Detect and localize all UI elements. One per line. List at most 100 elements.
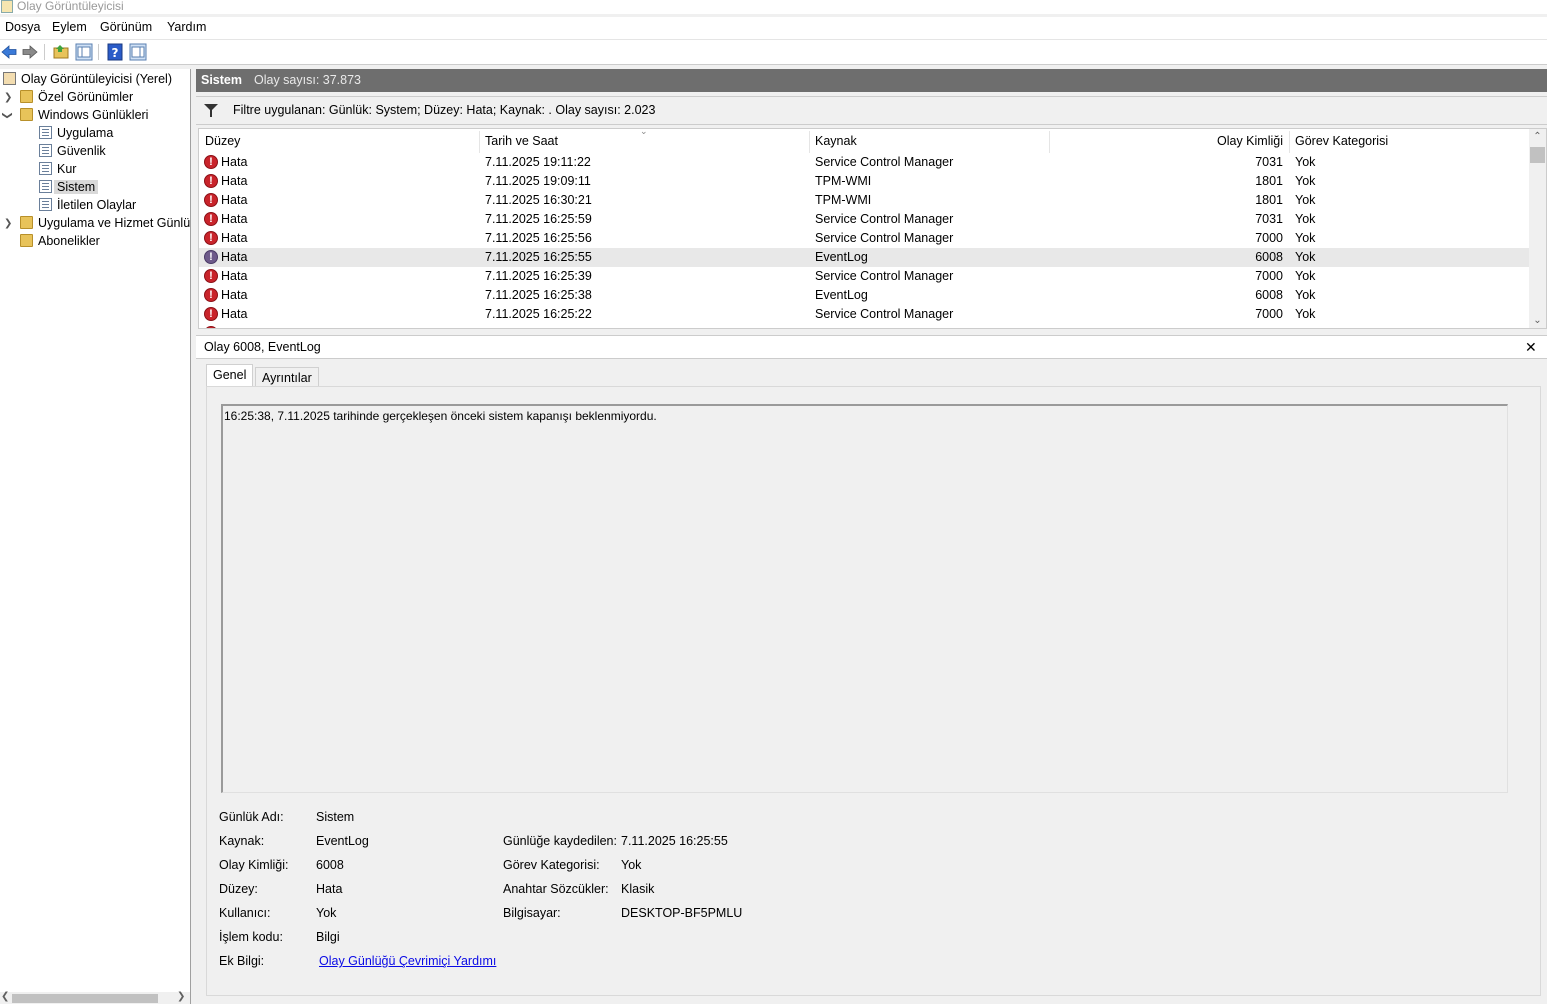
column-header-gorev-kategorisi[interactable]: Görev Kategorisi — [1295, 134, 1388, 148]
log-icon — [39, 126, 52, 139]
column-header-duzey[interactable]: Düzey — [205, 134, 240, 148]
table-row[interactable]: ! Hata 7.11.2025 16:30:21 TPM-WMI 1801 Yok — [199, 191, 1530, 210]
scroll-down-icon[interactable]: ⌄ — [1529, 313, 1546, 328]
event-count: Olay sayısı: 37.873 — [254, 73, 362, 87]
cell-level: Hata — [221, 231, 248, 245]
window-title: Olay Görüntüleyicisi — [17, 0, 124, 13]
field-label: Görev Kategorisi: — [503, 858, 600, 872]
table-row[interactable]: ! Hata 7.11.2025 16:25:22 Service Control M… — [199, 305, 1530, 324]
cell-event-id: 7031 — [1255, 155, 1283, 169]
tree-custom-views[interactable]: Özel Görünümler — [20, 89, 133, 106]
error-icon — [204, 326, 218, 328]
close-icon[interactable]: ✕ — [1525, 336, 1537, 358]
cell-date: 7.11.2025 19:11:22 — [485, 155, 591, 169]
cell-event-id: 7000 — [1255, 307, 1283, 321]
cell-date: 7.11.2025 16:25:59 — [485, 212, 592, 226]
tree-subscriptions[interactable]: Abonelikler — [20, 233, 100, 250]
show-hide-console-tree-icon[interactable] — [75, 43, 93, 61]
tree-log-iletilen-olaylar[interactable]: İletilen Olaylar — [39, 197, 136, 214]
field-label: Günlüğe kaydedilen: — [503, 834, 617, 848]
event-description: 16:25:38, 7.11.2025 tarihinde gerçekleşe… — [224, 409, 657, 423]
cell-category: Yok — [1295, 288, 1316, 302]
funnel-icon — [204, 104, 218, 117]
table-row[interactable]: ! Hata 7.11.2025 16:25:55 EventLog 6008 Yok — [199, 248, 1530, 267]
tab-ayrintilar[interactable]: Ayrıntılar — [255, 367, 319, 388]
open-folder-icon[interactable] — [52, 43, 70, 61]
menu-dosya[interactable]: Dosya — [5, 20, 40, 34]
tab-genel[interactable]: Genel — [206, 364, 254, 388]
column-header-olay-kimligi[interactable]: Olay Kimliği — [1159, 134, 1283, 148]
online-help-link[interactable]: Olay Günlüğü Çevrimiçi Yardımı — [319, 954, 496, 968]
tree-windows-logs[interactable]: Windows Günlükleri — [20, 107, 148, 124]
column-separator[interactable] — [1289, 131, 1290, 153]
back-arrow-icon[interactable] — [0, 43, 18, 61]
field-value: Bilgi — [316, 930, 340, 944]
tree-root[interactable]: Olay Görüntüleyicisi (Yerel) — [3, 71, 172, 88]
event-detail-header: Olay 6008, EventLog ✕ — [196, 335, 1547, 359]
cell-level: Hata — [221, 269, 248, 283]
column-separator[interactable] — [809, 131, 810, 153]
help-icon[interactable]: ? — [106, 43, 124, 61]
tree-log-sistem[interactable]: Sistem — [39, 179, 99, 196]
tree-horizontal-scrollbar[interactable]: ❮ ❯ — [0, 991, 191, 1004]
cell-category: Yok — [1295, 231, 1316, 245]
table-row[interactable]: ! Hata 7.11.2025 16:25:39 Service Control M… — [199, 267, 1530, 286]
event-viewer-app-icon — [1, 0, 13, 13]
table-row[interactable]: ! Hata 7.11.2025 19:11:22 Service Control M… — [199, 153, 1530, 172]
column-separator[interactable] — [479, 131, 480, 153]
tree-log-kur[interactable]: Kur — [39, 161, 76, 178]
error-icon: ! — [204, 307, 218, 321]
log-icon — [39, 162, 52, 175]
chevron-down-icon[interactable]: ❯ — [2, 111, 13, 119]
cell-level: Hata — [221, 155, 248, 169]
scroll-up-icon[interactable]: ⌃ — [1529, 129, 1546, 144]
scrollbar-thumb[interactable] — [12, 994, 158, 1003]
cell-category: Yok — [1295, 269, 1316, 283]
table-row[interactable]: ! Hata 7.11.2025 16:25:56 Service Control M… — [199, 229, 1530, 248]
cell-date: 7.11.2025 16:25:55 — [485, 250, 592, 264]
log-name: Sistem — [201, 73, 242, 87]
event-description-box[interactable]: 16:25:38, 7.11.2025 tarihinde gerçekleşe… — [221, 404, 1508, 793]
table-row[interactable]: ! Hata 7.11.2025 16:25:38 EventLog 6008 Yok — [199, 286, 1530, 305]
cell-date: 7.11.2025 16:25:39 — [485, 269, 592, 283]
svg-text:?: ? — [112, 46, 119, 60]
cell-date: 7.11.2025 16:25:56 — [485, 231, 592, 245]
field-value: Yok — [316, 906, 337, 920]
show-hide-action-pane-icon[interactable] — [129, 43, 147, 61]
error-icon: ! — [204, 193, 218, 207]
cell-category: Yok — [1295, 193, 1316, 207]
cell-level: Hata — [221, 288, 248, 302]
cell-level: Hata — [221, 307, 248, 321]
table-row[interactable]: ! Hata 7.11.2025 16:25:59 Service Control M… — [199, 210, 1530, 229]
table-row-partial[interactable] — [199, 324, 1530, 328]
tree-app-service-logs[interactable]: Uygulama ve Hizmet Günlük — [20, 215, 190, 232]
field-value: Sistem — [316, 810, 355, 824]
field-value: 7.11.2025 16:25:55 — [621, 834, 728, 848]
scroll-left-icon[interactable]: ❮ — [1, 991, 9, 1002]
table-vertical-scrollbar[interactable]: ⌃ ⌄ — [1529, 129, 1546, 328]
column-header-kaynak[interactable]: Kaynak — [815, 134, 857, 148]
menu-gorunum[interactable]: Görünüm — [100, 20, 152, 34]
table-row[interactable]: ! Hata 7.11.2025 19:09:11 TPM-WMI 1801 Yok — [199, 172, 1530, 191]
tree-log-guvenlik[interactable]: Güvenlik — [39, 143, 106, 160]
scrollbar-thumb[interactable] — [1530, 147, 1545, 163]
column-separator[interactable] — [1049, 131, 1050, 153]
tree-log-uygulama[interactable]: Uygulama — [39, 125, 113, 142]
filter-text: Filtre uygulanan: Günlük: System; Düzey:… — [233, 103, 656, 117]
cell-date: 7.11.2025 16:25:22 — [485, 307, 592, 321]
menu-yardim[interactable]: Yardım — [167, 20, 206, 34]
folder-icon — [20, 90, 33, 103]
cell-source: Service Control Manager — [815, 212, 954, 226]
cell-level: Hata — [221, 212, 248, 226]
chevron-right-icon[interactable]: ❯ — [4, 92, 12, 103]
forward-arrow-icon[interactable] — [21, 43, 39, 61]
field-value: Klasik — [621, 882, 655, 896]
menu-eylem[interactable]: Eylem — [52, 20, 87, 34]
field-label: Ek Bilgi: — [219, 954, 265, 968]
chevron-right-icon[interactable]: ❯ — [4, 218, 12, 229]
field-label: Olay Kimliği: — [219, 858, 289, 872]
event-viewer-icon — [3, 72, 16, 85]
scroll-right-icon[interactable]: ❯ — [177, 991, 185, 1002]
column-header-tarih[interactable]: Tarih ve Saat — [485, 134, 558, 148]
cell-date: 7.11.2025 19:09:11 — [485, 174, 591, 188]
